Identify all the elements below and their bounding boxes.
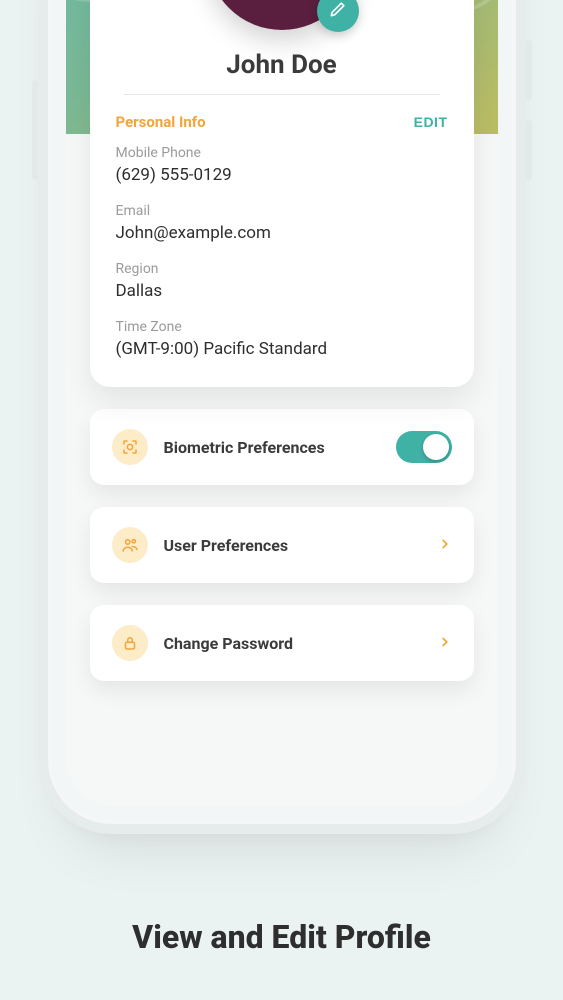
- chevron-right-icon: [438, 536, 452, 555]
- lock-icon: [112, 625, 148, 661]
- pencil-icon: [328, 0, 348, 23]
- field-value: (629) 555-0129: [116, 165, 448, 185]
- field-email: Email John@example.com: [116, 203, 448, 243]
- profile-name: John Doe: [116, 50, 448, 80]
- row-label: User Preferences: [164, 536, 422, 555]
- row-user-preferences[interactable]: User Preferences: [90, 507, 474, 583]
- edit-button[interactable]: EDIT: [414, 114, 448, 130]
- field-timezone: Time Zone (GMT-9:00) Pacific Standard: [116, 319, 448, 359]
- field-label: Mobile Phone: [116, 145, 448, 161]
- chevron-right-icon: [438, 634, 452, 653]
- field-label: Region: [116, 261, 448, 277]
- phone-frame: John Doe Personal Info EDIT Mobile Phone…: [52, 0, 512, 820]
- field-phone: Mobile Phone (629) 555-0129: [116, 145, 448, 185]
- row-biometric-preferences[interactable]: Biometric Preferences: [90, 409, 474, 485]
- row-change-password[interactable]: Change Password: [90, 605, 474, 681]
- field-label: Time Zone: [116, 319, 448, 335]
- section-header: Personal Info EDIT: [116, 113, 448, 131]
- field-region: Region Dallas: [116, 261, 448, 301]
- row-label: Biometric Preferences: [164, 438, 380, 457]
- section-title: Personal Info: [116, 113, 206, 131]
- personal-info-card: John Doe Personal Info EDIT Mobile Phone…: [90, 0, 474, 387]
- field-value: Dallas: [116, 281, 448, 301]
- row-label: Change Password: [164, 634, 422, 653]
- face-id-icon: [112, 429, 148, 465]
- divider: [124, 94, 440, 95]
- field-label: Email: [116, 203, 448, 219]
- page-caption: View and Edit Profile: [0, 918, 563, 956]
- phone-side-button: [32, 80, 38, 180]
- phone-screen: John Doe Personal Info EDIT Mobile Phone…: [66, 0, 498, 806]
- field-value: John@example.com: [116, 223, 448, 243]
- field-value: (GMT-9:00) Pacific Standard: [116, 339, 448, 359]
- users-icon: [112, 527, 148, 563]
- biometric-toggle[interactable]: [396, 431, 452, 463]
- avatar-container: [207, 0, 357, 30]
